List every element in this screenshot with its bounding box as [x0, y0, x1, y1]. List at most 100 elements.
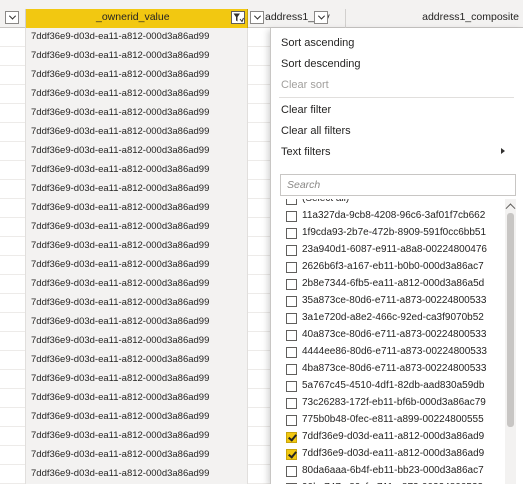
column-header-address1-city[interactable]: address1_city [248, 9, 346, 28]
ownerid-cell[interactable]: 7ddf36e9-d03d-ea11-a812-000d3a86ad99 [26, 275, 248, 294]
ownerid-cell-text: 7ddf36e9-d03d-ea11-a812-000d3a86ad99 [31, 430, 210, 441]
row-index-cell [0, 28, 26, 47]
column-filter-menu: Sort ascending Sort descending Clear sor… [270, 28, 523, 484]
filter-value-item[interactable]: 7ddf36e9-d03d-ea11-a812-000d3a86ad9 [280, 429, 502, 446]
ownerid-cell[interactable]: 7ddf36e9-d03d-ea11-a812-000d3a86ad99 [26, 199, 248, 218]
filter-value-item[interactable]: 23a940d1-6087-e911-a8a8-00224800476 [280, 242, 502, 259]
ownerid-cell[interactable]: 7ddf36e9-d03d-ea11-a812-000d3a86ad99 [26, 66, 248, 85]
checkbox-checked[interactable] [286, 449, 297, 460]
filter-value-item[interactable]: 35a873ce-80d6-e711-a873-00224800533 [280, 293, 502, 310]
filter-value-item[interactable]: 775b0b48-0fec-e811-a899-00224800555 [280, 412, 502, 429]
ownerid-cell-text: 7ddf36e9-d03d-ea11-a812-000d3a86ad99 [31, 240, 210, 251]
filter-value-item[interactable]: 4444ee86-80d6-e711-a873-00224800533 [280, 344, 502, 361]
ownerid-cell[interactable]: 7ddf36e9-d03d-ea11-a812-000d3a86ad99 [26, 256, 248, 275]
ownerid-cell[interactable]: 7ddf36e9-d03d-ea11-a812-000d3a86ad99 [26, 427, 248, 446]
checkbox[interactable] [286, 199, 297, 205]
ownerid-cell[interactable]: 7ddf36e9-d03d-ea11-a812-000d3a86ad99 [26, 218, 248, 237]
column-header-address1-composite-label: address1_composite [422, 11, 519, 23]
ownerid-cell-text: 7ddf36e9-d03d-ea11-a812-000d3a86ad99 [31, 449, 210, 460]
scroll-up-arrow-icon[interactable] [505, 203, 516, 214]
column-header-index [0, 9, 26, 28]
ownerid-cell[interactable]: 7ddf36e9-d03d-ea11-a812-000d3a86ad99 [26, 446, 248, 465]
ownerid-cell[interactable]: 7ddf36e9-d03d-ea11-a812-000d3a86ad99 [26, 47, 248, 66]
filter-search-box[interactable] [280, 174, 516, 196]
ownerid-cell[interactable]: 7ddf36e9-d03d-ea11-a812-000d3a86ad99 [26, 351, 248, 370]
row-index-cell [0, 351, 26, 370]
filter-value-item[interactable]: 5a767c45-4510-4df1-82db-aad830a59db [280, 378, 502, 395]
chevron-down-icon [317, 12, 325, 20]
filter-value-item[interactable]: 40a873ce-80d6-e711-a873-00224800533 [280, 327, 502, 344]
ownerid-cell[interactable]: 7ddf36e9-d03d-ea11-a812-000d3a86ad99 [26, 180, 248, 199]
checkbox[interactable] [286, 228, 297, 239]
filter-value-label: 3a1e720d-a8e2-466c-92ed-ca3f9070b52 [302, 312, 484, 323]
text-filters-item[interactable]: Text filters [281, 146, 331, 158]
filter-value-item[interactable]: 90ba747c-89cf-e711-a873-00224800533 [280, 480, 502, 484]
ownerid-cell-text: 7ddf36e9-d03d-ea11-a812-000d3a86ad99 [31, 411, 210, 422]
ownerid-cell[interactable]: 7ddf36e9-d03d-ea11-a812-000d3a86ad99 [26, 104, 248, 123]
checkbox-checked[interactable] [286, 432, 297, 443]
ownerid-cell[interactable]: 7ddf36e9-d03d-ea11-a812-000d3a86ad99 [26, 332, 248, 351]
checkbox[interactable] [286, 415, 297, 426]
column-index-filter-button[interactable] [5, 11, 19, 24]
checkbox[interactable] [286, 313, 297, 324]
filter-value-label: 4444ee86-80d6-e711-a873-00224800533 [302, 346, 487, 357]
filter-value-item[interactable]: 7ddf36e9-d03d-ea11-a812-000d3a86ad9 [280, 446, 502, 463]
clear-all-filters-item[interactable]: Clear all filters [281, 125, 351, 137]
row-index-cell [0, 199, 26, 218]
filter-value-item[interactable]: 2626b6f3-a167-eb11-b0b0-000d3a86ac7 [280, 259, 502, 276]
checkbox[interactable] [286, 262, 297, 273]
filter-values-scrollbar[interactable] [505, 199, 516, 484]
checkbox[interactable] [286, 381, 297, 392]
ownerid-cell[interactable]: 7ddf36e9-d03d-ea11-a812-000d3a86ad99 [26, 408, 248, 427]
ownerid-cell[interactable]: 7ddf36e9-d03d-ea11-a812-000d3a86ad99 [26, 161, 248, 180]
ownerid-cell[interactable]: 7ddf36e9-d03d-ea11-a812-000d3a86ad99 [26, 237, 248, 256]
column-ownerid-filter-button[interactable] [231, 11, 245, 24]
checkbox[interactable] [286, 364, 297, 375]
column-address1-city-filter-button[interactable] [314, 11, 328, 24]
filter-value-item[interactable]: (Select all) [280, 199, 502, 208]
column-header-address1-composite[interactable]: address1_composite [346, 9, 523, 28]
row-index-cell [0, 161, 26, 180]
ownerid-cell-text: 7ddf36e9-d03d-ea11-a812-000d3a86ad99 [31, 354, 210, 365]
filter-value-item[interactable]: 80da6aaa-6b4f-eb11-bb23-000d3a86ac7 [280, 463, 502, 480]
checkbox[interactable] [286, 330, 297, 341]
filter-value-label: 775b0b48-0fec-e811-a899-00224800555 [302, 414, 484, 425]
filter-value-item[interactable]: 73c26283-172f-eb11-bf6b-000d3a86ac79 [280, 395, 502, 412]
row-index-cell [0, 465, 26, 484]
ownerid-cell[interactable]: 7ddf36e9-d03d-ea11-a812-000d3a86ad99 [26, 389, 248, 408]
column-address1-city-filter-button-left[interactable] [250, 11, 264, 24]
filter-search-input[interactable] [281, 175, 515, 195]
row-index-cell [0, 85, 26, 104]
checkbox[interactable] [286, 466, 297, 477]
sort-ascending-item[interactable]: Sort ascending [281, 37, 354, 49]
checkbox[interactable] [286, 279, 297, 290]
filter-value-label: 73c26283-172f-eb11-bf6b-000d3a86ac79 [302, 397, 486, 408]
checkbox[interactable] [286, 245, 297, 256]
checkbox[interactable] [286, 347, 297, 358]
ownerid-cell[interactable]: 7ddf36e9-d03d-ea11-a812-000d3a86ad99 [26, 370, 248, 389]
filter-value-item[interactable]: 3a1e720d-a8e2-466c-92ed-ca3f9070b52 [280, 310, 502, 327]
column-header-ownerid[interactable]: _ownerid_value [26, 9, 248, 28]
filter-value-item[interactable]: 1f9cda93-2b7e-472b-8909-591f0cc6bb51 [280, 225, 502, 242]
ownerid-cell-text: 7ddf36e9-d03d-ea11-a812-000d3a86ad99 [31, 259, 210, 270]
filter-value-item[interactable]: 11a327da-9cb8-4208-96c6-3af01f7cb662 [280, 208, 502, 225]
ownerid-cell[interactable]: 7ddf36e9-d03d-ea11-a812-000d3a86ad99 [26, 85, 248, 104]
checkbox[interactable] [286, 211, 297, 222]
sort-descending-item[interactable]: Sort descending [281, 58, 361, 70]
ownerid-cell[interactable]: 7ddf36e9-d03d-ea11-a812-000d3a86ad99 [26, 465, 248, 484]
filter-value-item[interactable]: 2b8e7344-6fb5-ea11-a812-000d3a86a5d [280, 276, 502, 293]
row-index-cell [0, 256, 26, 275]
row-index-cell [0, 123, 26, 142]
ownerid-cell[interactable]: 7ddf36e9-d03d-ea11-a812-000d3a86ad99 [26, 28, 248, 47]
clear-filter-item[interactable]: Clear filter [281, 104, 331, 116]
ownerid-cell[interactable]: 7ddf36e9-d03d-ea11-a812-000d3a86ad99 [26, 142, 248, 161]
checkbox[interactable] [286, 296, 297, 307]
ownerid-cell[interactable]: 7ddf36e9-d03d-ea11-a812-000d3a86ad99 [26, 313, 248, 332]
scrollbar-thumb[interactable] [507, 213, 514, 427]
filter-value-label: 7ddf36e9-d03d-ea11-a812-000d3a86ad9 [302, 448, 485, 459]
ownerid-cell[interactable]: 7ddf36e9-d03d-ea11-a812-000d3a86ad99 [26, 123, 248, 142]
filter-value-item[interactable]: 4ba873ce-80d6-e711-a873-00224800533 [280, 361, 502, 378]
ownerid-cell-text: 7ddf36e9-d03d-ea11-a812-000d3a86ad99 [31, 297, 210, 308]
checkbox[interactable] [286, 398, 297, 409]
ownerid-cell[interactable]: 7ddf36e9-d03d-ea11-a812-000d3a86ad99 [26, 294, 248, 313]
